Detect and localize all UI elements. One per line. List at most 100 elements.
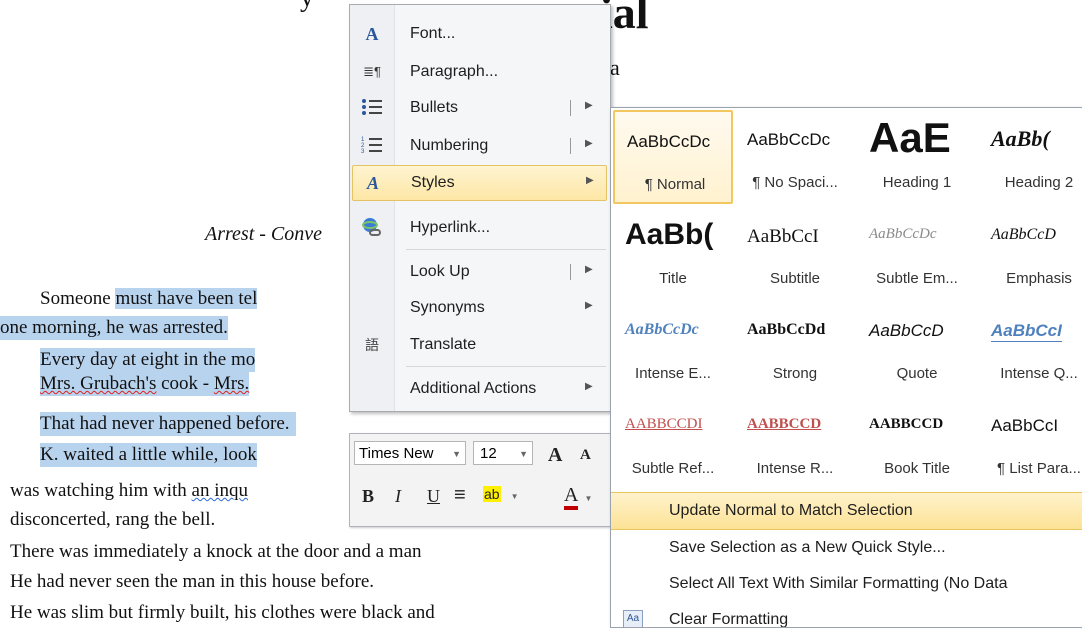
font-color-button[interactable]: A ▼ bbox=[564, 484, 592, 510]
menu-item-bullets[interactable]: Bullets ▶ bbox=[352, 91, 607, 125]
font-size-value: 12 bbox=[480, 445, 497, 462]
style-tile-no-spacing[interactable]: AaBbCcDc ¶ No Spaci... bbox=[735, 110, 855, 204]
grammar-flag: an inqu bbox=[191, 480, 248, 501]
style-preview: AaBbCcDc bbox=[747, 130, 831, 149]
italic-button[interactable]: I bbox=[395, 486, 401, 507]
center-align-button[interactable]: ≡ bbox=[454, 484, 466, 507]
submenu-arrow-icon[interactable]: ▶ bbox=[585, 264, 593, 275]
menu-item-numbering[interactable]: 123 Numbering ▶ bbox=[352, 129, 607, 163]
font-color-label: A bbox=[564, 484, 579, 510]
text-line-1-plain: Someone bbox=[40, 288, 116, 309]
chevron-down-icon[interactable]: ▼ bbox=[584, 494, 592, 503]
menu-item-label: Bullets bbox=[410, 99, 459, 116]
submenu-arrow-icon[interactable]: ▶ bbox=[585, 138, 593, 149]
style-name: Book Title bbox=[884, 460, 950, 477]
submenu-arrow-icon[interactable]: ▶ bbox=[585, 100, 593, 111]
menu-item-font[interactable]: A Font... bbox=[352, 17, 607, 51]
clear-formatting-icon: Aa bbox=[623, 610, 643, 627]
shrink-font-button[interactable]: A bbox=[580, 447, 591, 464]
style-tile-book-title[interactable]: AABBCCD Book Title bbox=[857, 396, 977, 490]
misspelled-word: Mrs. bbox=[213, 373, 250, 394]
menu-item-additional-actions[interactable]: Additional Actions ▶ bbox=[352, 372, 607, 406]
style-tile-quote[interactable]: AaBbCcD Quote bbox=[857, 301, 977, 395]
context-menu: A Font... ≣¶ Paragraph... Bullets ▶ 123 … bbox=[349, 4, 611, 412]
style-tile-normal[interactable]: AaBbCcDc ¶ Normal bbox=[613, 110, 733, 204]
bullets-icon bbox=[360, 97, 384, 119]
update-normal-command[interactable]: Update Normal to Match Selection bbox=[611, 492, 1082, 530]
submenu-arrow-icon: ▶ bbox=[586, 175, 594, 186]
menu-item-hyperlink[interactable]: Hyperlink... bbox=[352, 211, 607, 245]
document-title-fragment: y bbox=[300, 0, 314, 12]
chevron-down-icon[interactable]: ▼ bbox=[519, 442, 528, 466]
highlight-label: ab bbox=[483, 486, 501, 502]
style-name: Intense Q... bbox=[1000, 365, 1078, 382]
style-tile-subtle-emphasis[interactable]: AaBbCcDc Subtle Em... bbox=[857, 206, 977, 300]
text-line-6: K. waited a little while, look bbox=[40, 443, 257, 467]
style-tile-intense-quote[interactable]: AaBbCcI Intense Q... bbox=[979, 301, 1082, 395]
style-tile-heading-1[interactable]: AaE Heading 1 bbox=[857, 110, 977, 204]
style-name: Strong bbox=[772, 365, 818, 382]
menu-item-label: Additional Actions bbox=[410, 380, 537, 397]
style-tile-intense-reference[interactable]: AABBCCD Intense R... bbox=[735, 396, 855, 490]
menu-item-paragraph[interactable]: ≣¶ Paragraph... bbox=[352, 55, 607, 89]
select-similar-formatting-command[interactable]: Select All Text With Similar Formatting … bbox=[611, 566, 1082, 602]
style-tile-intense-emphasis[interactable]: AaBbCcDc Intense E... bbox=[613, 301, 733, 395]
text-line-10: He had never seen the man in this house … bbox=[10, 571, 375, 592]
command-label: Clear Formatting bbox=[669, 611, 789, 628]
style-tile-emphasis[interactable]: AaBbCcD Emphasis bbox=[979, 206, 1082, 300]
style-preview: AaBbCcDc bbox=[869, 226, 937, 242]
menu-item-styles[interactable]: A Styles ▶ bbox=[352, 165, 607, 201]
split-divider bbox=[570, 264, 571, 280]
text-line-4-mid: cook - bbox=[156, 373, 214, 394]
style-preview: AaBbCcDc bbox=[625, 321, 699, 338]
hyperlink-icon bbox=[360, 217, 384, 239]
menu-item-translate[interactable]: 語 Translate bbox=[352, 328, 607, 362]
split-divider bbox=[570, 100, 571, 116]
bold-button[interactable]: B bbox=[362, 486, 374, 507]
chevron-down-icon[interactable]: ▼ bbox=[452, 442, 461, 466]
style-name: Subtle Em... bbox=[876, 270, 958, 287]
command-label: Update Normal to Match Selection bbox=[669, 502, 913, 519]
menu-item-look-up[interactable]: Look Up ▶ bbox=[352, 255, 607, 289]
style-name: ¶ Normal bbox=[644, 176, 706, 193]
style-preview: AaBbCcI bbox=[747, 226, 819, 247]
command-label: Save Selection as a New Quick Style... bbox=[669, 539, 946, 556]
style-preview: AaBbCcI bbox=[991, 321, 1062, 342]
style-tile-heading-2[interactable]: AaBb( Heading 2 bbox=[979, 110, 1082, 204]
style-tile-subtitle[interactable]: AaBbCcI Subtitle bbox=[735, 206, 855, 300]
clear-formatting-command[interactable]: Aa Clear Formatting bbox=[611, 602, 1082, 628]
menu-divider bbox=[406, 249, 606, 250]
text-line-1: Someone must have been tel bbox=[40, 287, 258, 311]
underline-button[interactable]: U bbox=[427, 486, 440, 507]
menu-item-label: Look Up bbox=[410, 263, 470, 280]
style-tile-subtle-reference[interactable]: AABBCCDI Subtle Ref... bbox=[613, 396, 733, 490]
style-preview: AaE bbox=[869, 114, 951, 161]
svg-text:3: 3 bbox=[361, 149, 365, 155]
translate-icon: 語 bbox=[365, 337, 379, 353]
style-tile-strong[interactable]: AaBbCcDd Strong bbox=[735, 301, 855, 395]
grow-font-button[interactable]: A bbox=[548, 444, 562, 467]
style-preview: AaBbCcD bbox=[869, 321, 944, 340]
chevron-down-icon[interactable]: ▼ bbox=[511, 492, 519, 501]
menu-item-synonyms[interactable]: Synonyms ▶ bbox=[352, 291, 607, 325]
text-line-4: Mrs. Grubach's cook - Mrs. bbox=[40, 372, 250, 396]
paragraph-icon: ≣¶ bbox=[363, 64, 381, 79]
save-quick-style-command[interactable]: Save Selection as a New Quick Style... bbox=[611, 530, 1082, 566]
highlight-button[interactable]: ab ▼ bbox=[483, 486, 519, 502]
text-line-2: one morning, he was arrested. bbox=[0, 316, 228, 340]
mini-toolbar: Times New ▼ 12 ▼ A A B I U ≡ ab ▼ A ▼ bbox=[349, 433, 611, 527]
style-name: ¶ No Spaci... bbox=[752, 174, 838, 191]
style-preview: AaBbCcDc bbox=[627, 132, 711, 151]
style-tile-list-paragraph[interactable]: AaBbCcI ¶ List Para... bbox=[979, 396, 1082, 490]
style-tile-title[interactable]: AaBb( Title bbox=[613, 206, 733, 300]
style-name: Emphasis bbox=[1006, 270, 1072, 287]
style-preview: AABBCCD bbox=[747, 416, 822, 432]
menu-item-label: Synonyms bbox=[410, 299, 485, 316]
misspelled-word: Mrs. Grubach's bbox=[40, 373, 157, 394]
font-name-combobox[interactable]: Times New ▼ bbox=[354, 441, 466, 465]
menu-divider bbox=[406, 366, 606, 367]
style-name: Quote bbox=[896, 365, 938, 382]
text-line-7-plain: was watching him with bbox=[10, 480, 192, 501]
style-preview: AaBbCcDd bbox=[747, 321, 826, 338]
font-size-combobox[interactable]: 12 ▼ bbox=[473, 441, 533, 465]
